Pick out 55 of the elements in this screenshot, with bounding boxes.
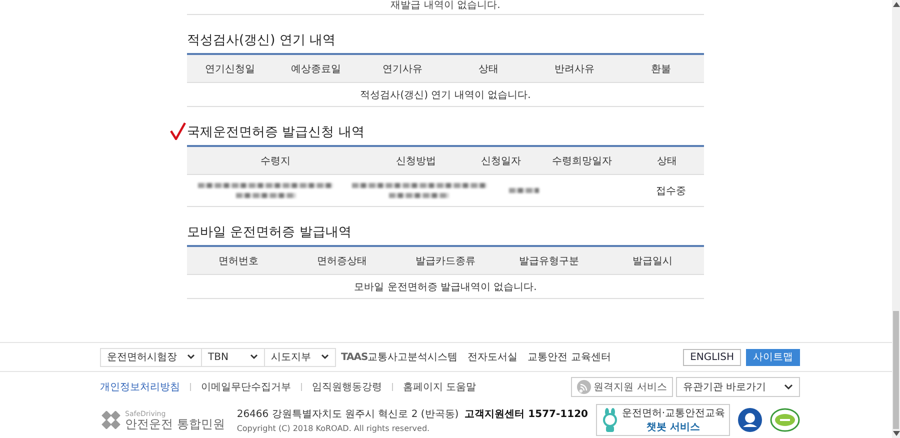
related-sites-dropdown[interactable]: 유관기관 바로가기 xyxy=(676,377,800,397)
empty-message: 적성검사(갱신) 연기 내역이 없습니다. xyxy=(360,88,531,102)
policy-link[interactable]: 개인정보처리방침 xyxy=(100,380,180,394)
column-header: 환불 xyxy=(650,62,671,76)
empty-message: 재발급 내역이 없습니다. xyxy=(187,0,704,15)
policy-link[interactable]: 홈페이지 도움말 xyxy=(403,380,476,394)
footer-link[interactable]: 전자도서실 xyxy=(468,350,518,364)
mascot-icon xyxy=(600,408,619,432)
dropdown[interactable]: 운전면허시험장 xyxy=(100,348,202,366)
dropdown[interactable]: 시도지부 xyxy=(264,348,336,366)
footer-link[interactable]: 교통안전 교육센터 xyxy=(528,350,611,364)
chevron-down-icon xyxy=(784,384,793,390)
taas-link[interactable]: TAAS교통사고분석시스템 xyxy=(341,350,458,364)
chatbot-banner[interactable]: 운전면허·교통안전교육 챗봇 서비스 xyxy=(596,404,730,436)
column-header: 신청일자 xyxy=(480,154,521,168)
remote-support-icon xyxy=(576,380,591,394)
language-button[interactable]: ENGLISH xyxy=(683,348,741,366)
remote-support-button[interactable]: 원격지원 서비스 xyxy=(570,377,673,397)
column-header: 예상종료일 xyxy=(291,62,342,76)
scrollbar-thumb[interactable] xyxy=(893,311,899,429)
checkmark-icon xyxy=(170,122,186,140)
address-text: 26466 강원특별자치도 원주시 혁신로 2 (반곡동) xyxy=(236,408,459,421)
column-header: 신청방법 xyxy=(396,154,436,168)
policy-link[interactable]: 임직원행동강령 xyxy=(312,380,382,394)
chevron-down-icon xyxy=(250,354,258,360)
section-title: 국제운전면허증 발급신청 내역 xyxy=(187,124,364,141)
column-header: 연기사유 xyxy=(382,62,422,76)
policy-link[interactable]: 이메일무단수집거부 xyxy=(201,380,291,394)
column-header: 발급일시 xyxy=(632,254,672,268)
column-header: 상태 xyxy=(657,154,678,168)
chevron-down-icon xyxy=(321,354,329,360)
column-header: 발급유형구분 xyxy=(518,254,579,268)
column-header: 수령희망일자 xyxy=(552,154,612,168)
column-header: 상태 xyxy=(478,62,499,76)
column-header: 연기신청일 xyxy=(205,62,256,76)
redacted-text xyxy=(508,188,539,193)
column-header: 면허증상태 xyxy=(317,254,368,268)
call-center-text: 고객지원센터 1577-1120 xyxy=(464,408,588,421)
sitemap-button[interactable]: 사이트맵 xyxy=(746,348,800,366)
table-cell-text: 접수중 xyxy=(656,184,686,198)
scroll-up-icon[interactable] xyxy=(892,2,900,7)
dropdown[interactable]: TBN xyxy=(201,348,265,366)
section-title: 적성검사(갱신) 연기 내역 xyxy=(187,32,336,49)
copyright-text: Copyright (C) 2018 KoROAD. All rights reserved. xyxy=(236,424,431,433)
section-title: 모바일 운전면허증 발급내역 xyxy=(187,224,352,241)
logo-icon xyxy=(100,411,122,429)
column-header: 면허번호 xyxy=(218,254,259,268)
scroll-down-icon[interactable] xyxy=(892,431,900,436)
scrollbar[interactable] xyxy=(892,0,900,438)
chevron-down-icon xyxy=(187,354,195,360)
column-header: 수령지 xyxy=(260,154,291,168)
column-header: 발급카드종류 xyxy=(415,254,476,268)
logo-text: 안전운전 통합민원 xyxy=(125,418,225,430)
empty-message: 모바일 운전면허증 발급내역이 없습니다. xyxy=(354,280,537,294)
column-header: 반려사유 xyxy=(554,62,595,76)
